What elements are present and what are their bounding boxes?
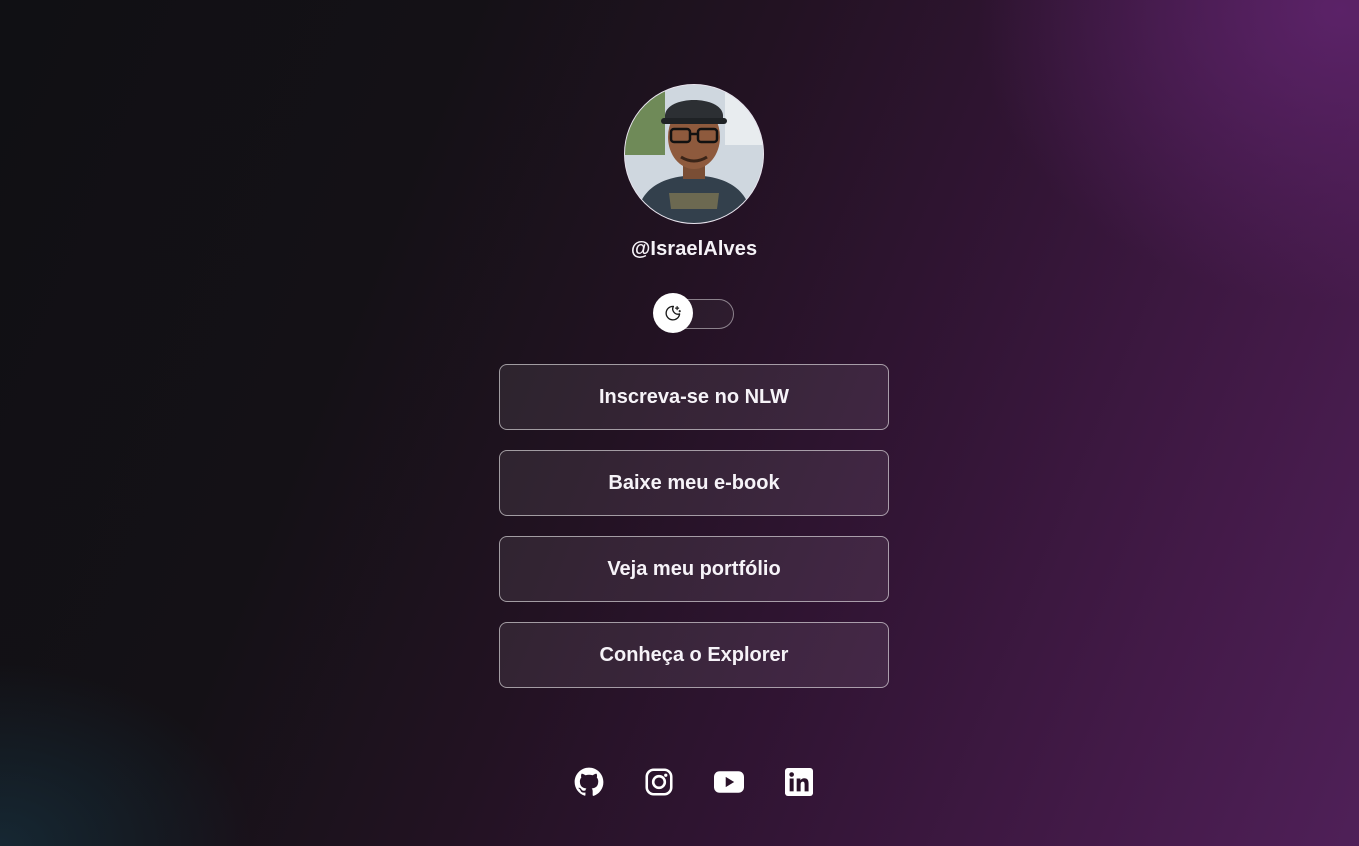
profile: @IsraelAlves: [499, 84, 889, 334]
link-button-portfolio[interactable]: Veja meu portfólio: [499, 536, 889, 602]
social-links: [574, 767, 814, 797]
main-container: @IsraelAlves Inscreva-se no NLW Baixe me…: [499, 84, 889, 708]
links-list: Inscreva-se no NLW Baixe meu e-book Veja…: [499, 364, 889, 688]
theme-switch[interactable]: [653, 293, 734, 334]
list-item: Conheça o Explorer: [499, 622, 889, 688]
link-button-nlw[interactable]: Inscreva-se no NLW: [499, 364, 889, 430]
instagram-icon: [645, 768, 673, 796]
youtube-icon: [714, 771, 744, 793]
switch-knob[interactable]: [653, 293, 693, 333]
github-icon: [574, 767, 604, 796]
avatar-photo: [625, 85, 763, 223]
list-item: Baixe meu e-book: [499, 450, 889, 516]
list-item: Inscreva-se no NLW: [499, 364, 889, 430]
list-item: Veja meu portfólio: [499, 536, 889, 602]
link-button-explorer[interactable]: Conheça o Explorer: [499, 622, 889, 688]
youtube-link[interactable]: [714, 767, 744, 797]
instagram-link[interactable]: [644, 767, 674, 797]
profile-handle: @IsraelAlves: [630, 238, 758, 260]
linkedin-icon: [785, 768, 813, 796]
github-link[interactable]: [574, 767, 604, 797]
moon-stars-icon: [665, 305, 682, 321]
link-button-ebook[interactable]: Baixe meu e-book: [499, 450, 889, 516]
linkedin-link[interactable]: [784, 767, 814, 797]
avatar: [624, 84, 764, 224]
